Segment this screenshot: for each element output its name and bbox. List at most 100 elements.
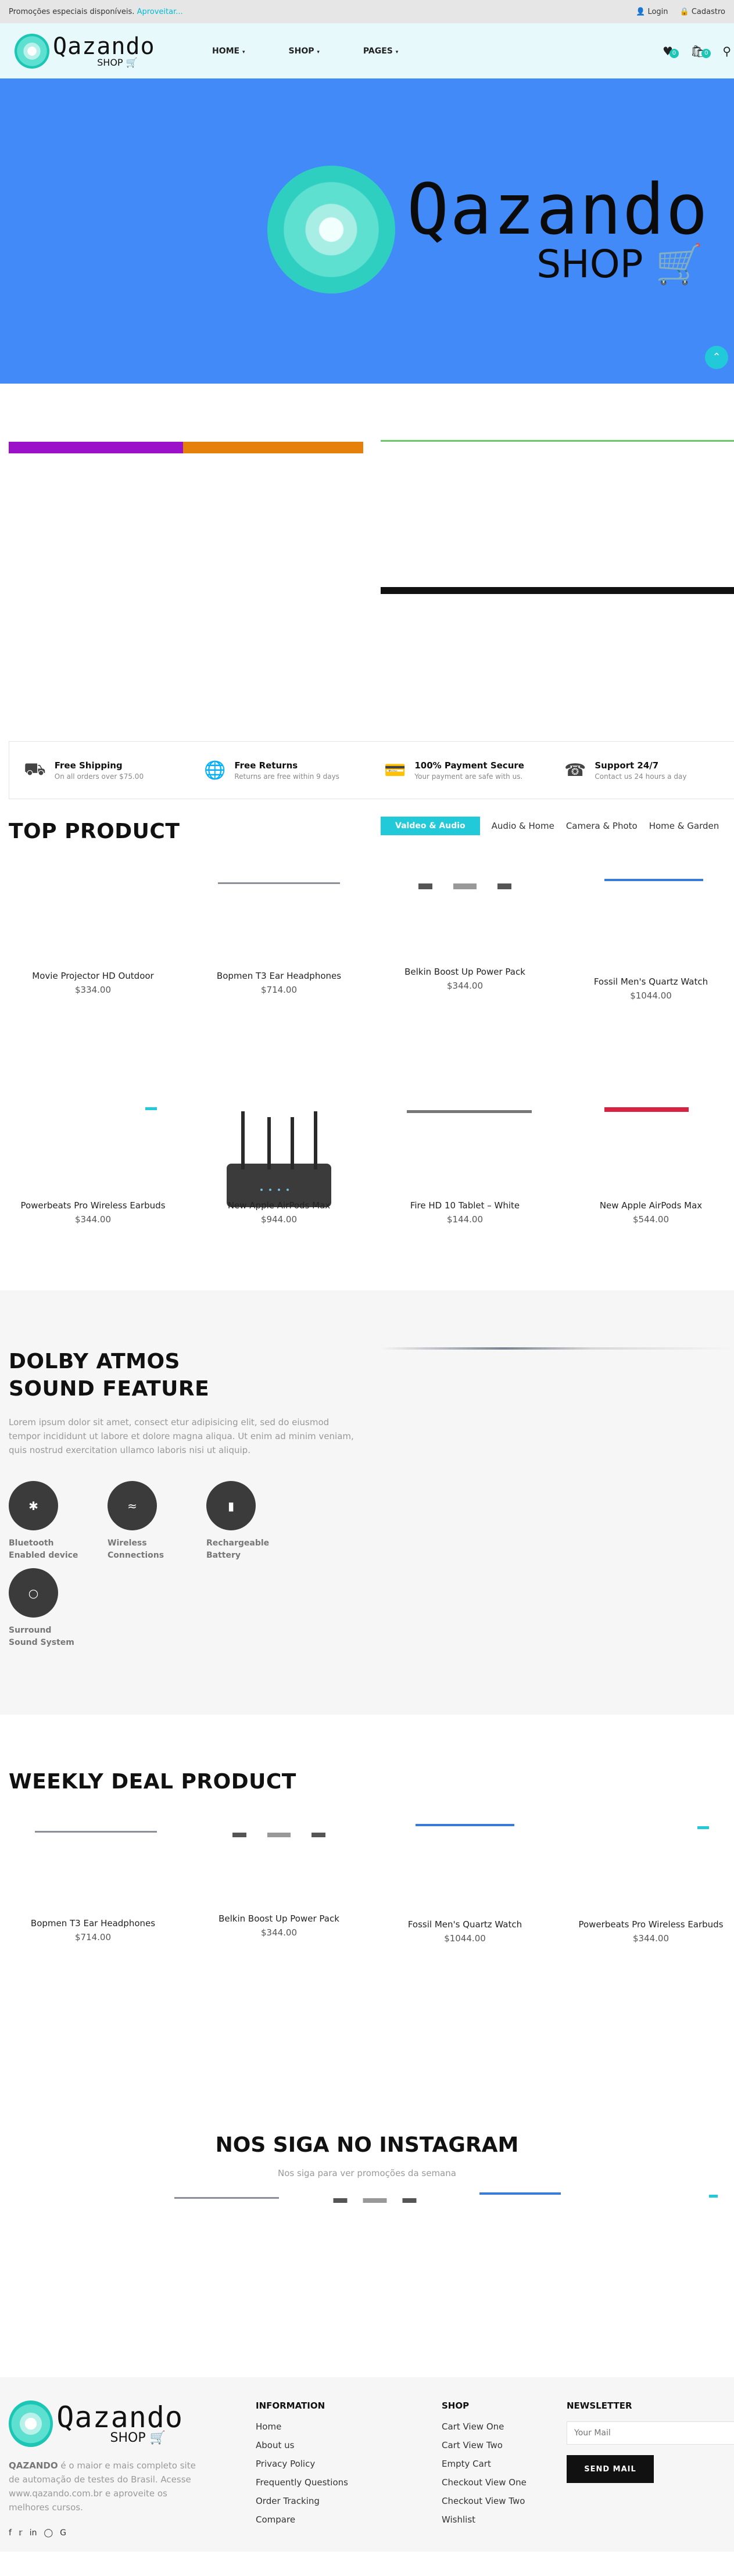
instagram-section: NOS SIGA NO INSTAGRAM Nos siga para ver …	[0, 2121, 734, 2377]
footer-about: QAZANDO é o maior e mais completo site d…	[9, 2460, 196, 2513]
instagram-post[interactable]	[325, 2198, 424, 2203]
facebook-icon[interactable]: f	[9, 2528, 12, 2538]
dolby-product-image	[381, 1347, 734, 1350]
footer-link[interactable]: Empty Cart	[442, 2459, 527, 2469]
promo-banners: ⛟ Free Shipping On all orders over $75.00…	[0, 384, 734, 799]
product-card[interactable]: Belkin Boost Up Power Pack $344.00	[192, 1913, 366, 1938]
scroll-top-button[interactable]: ⌃	[705, 346, 728, 369]
product-card[interactable]: Fossil Men's Quartz Watch $1044.00	[564, 976, 734, 1001]
logo-shop: SHOP 🛒	[110, 2431, 166, 2445]
footer-link[interactable]: Wishlist	[442, 2514, 527, 2525]
instagram-post[interactable]	[174, 2197, 279, 2199]
product-image[interactable]	[416, 1824, 514, 1826]
tab-camera-photo[interactable]: Camera & Photo	[566, 821, 638, 831]
login-link[interactable]: 👤 Login	[636, 8, 668, 16]
product-name[interactable]: Fossil Men's Quartz Watch	[564, 976, 734, 987]
hero-banner[interactable]: Qazando SHOP 🛒 ⌃	[0, 78, 734, 384]
product-card[interactable]: Movie Projector HD Outdoor $334.00	[6, 971, 180, 995]
cart-logo-icon: 🛒	[149, 2431, 166, 2445]
footer-logo[interactable]: Qazando SHOP 🛒	[9, 2400, 183, 2447]
user-icon: 👤	[636, 7, 646, 16]
product-name[interactable]: Powerbeats Pro Wireless Earbuds	[564, 1919, 734, 1930]
product-name[interactable]: Bopmen T3 Ear Headphones	[6, 1918, 180, 1929]
product-image[interactable]	[407, 883, 523, 889]
product-image[interactable]	[407, 1110, 532, 1113]
linkedin-icon[interactable]: in	[30, 2528, 37, 2538]
instagram-post[interactable]	[709, 2195, 718, 2198]
footer-link[interactable]: Frequently Questions	[256, 2477, 348, 2488]
product-image[interactable]	[221, 1833, 337, 1837]
instagram-icon[interactable]: ◯	[44, 2528, 53, 2538]
promo-banner-right[interactable]	[381, 440, 734, 442]
product-image[interactable]	[35, 1831, 157, 1833]
product-card[interactable]: Bopmen T3 Ear Headphones $714.00	[6, 1918, 180, 1942]
footer-link[interactable]: Compare	[256, 2514, 348, 2525]
tab-audio-home[interactable]: Audio & Home	[492, 821, 554, 831]
wishlist-button[interactable]: ♥0	[663, 44, 679, 58]
product-card[interactable]: New Apple AirPods Max $544.00	[564, 1200, 734, 1225]
footer-link[interactable]: Checkout View Two	[442, 2496, 527, 2506]
product-name[interactable]: New Apple AirPods Max	[192, 1200, 366, 1211]
product-name[interactable]: Fossil Men's Quartz Watch	[378, 1919, 552, 1930]
promo-banner-right-image[interactable]	[381, 587, 734, 594]
product-name[interactable]: Movie Projector HD Outdoor	[6, 971, 180, 981]
hero-logo: Qazando SHOP 🛒	[267, 166, 709, 294]
footer-link[interactable]: Privacy Policy	[256, 2459, 348, 2469]
footer-shop: SHOP Cart View One Cart View Two Empty C…	[442, 2400, 527, 2533]
product-name[interactable]: Belkin Boost Up Power Pack	[378, 967, 552, 977]
send-mail-button[interactable]: SEND MAIL	[567, 2455, 654, 2483]
instagram-post[interactable]	[479, 2192, 561, 2195]
product-card[interactable]: Fossil Men's Quartz Watch $1044.00	[378, 1919, 552, 1944]
search-icon[interactable]: ⚲	[722, 44, 731, 58]
nav-home[interactable]: HOME ▾	[212, 46, 245, 56]
footer-link[interactable]: Cart View One	[442, 2421, 527, 2432]
cart-button[interactable]: 🛍0	[690, 44, 711, 58]
product-price: $944.00	[260, 1214, 298, 1225]
product-card[interactable]: New Apple AirPods Max $944.00	[192, 1200, 366, 1225]
product-name[interactable]: Powerbeats Pro Wireless Earbuds	[6, 1200, 180, 1211]
chevron-up-icon: ⌃	[712, 351, 721, 363]
product-image[interactable]	[145, 1107, 157, 1110]
twitter-icon[interactable]: 𝕣	[19, 2528, 23, 2538]
tab-video-audio[interactable]: Valdeo & Audio	[381, 817, 480, 835]
newsletter-email-input[interactable]	[567, 2421, 734, 2445]
tab-home-garden[interactable]: Home & Garden	[649, 821, 719, 831]
cart-logo-icon: 🛒	[655, 242, 703, 287]
product-image[interactable]	[604, 1107, 689, 1112]
section-subtitle: Nos siga para ver promoções da semana	[278, 2168, 456, 2178]
register-link[interactable]: 🔒 Cadastro	[680, 8, 725, 16]
product-card[interactable]: Powerbeats Pro Wireless Earbuds $344.00	[6, 1200, 180, 1225]
promo-banner-left[interactable]	[9, 442, 363, 453]
logo[interactable]: Qazando SHOP 🛒	[15, 33, 189, 69]
google-icon[interactable]: G	[60, 2528, 66, 2538]
product-name[interactable]: Fire HD 10 Tablet – White	[378, 1200, 552, 1211]
logo-word: Qazando	[53, 33, 155, 60]
section-title: TOP PRODUCT	[9, 820, 180, 843]
nav-shop[interactable]: SHOP ▾	[289, 46, 320, 56]
social-links: f 𝕣 in ◯ G	[9, 2528, 66, 2538]
product-image[interactable]	[218, 882, 340, 884]
battery-icon: ▮	[206, 1481, 256, 1530]
product-card[interactable]: Belkin Boost Up Power Pack $344.00	[378, 967, 552, 991]
product-name[interactable]: Belkin Boost Up Power Pack	[192, 1913, 366, 1924]
product-card[interactable]: Bopmen T3 Ear Headphones $714.00	[192, 971, 366, 995]
footer-link[interactable]: About us	[256, 2440, 348, 2450]
product-name[interactable]: New Apple AirPods Max	[564, 1200, 734, 1211]
product-card[interactable]: Fire HD 10 Tablet – White $144.00	[378, 1200, 552, 1225]
footer-link[interactable]: Cart View Two	[442, 2440, 527, 2450]
footer-link[interactable]: Order Tracking	[256, 2496, 348, 2506]
product-name[interactable]: Bopmen T3 Ear Headphones	[192, 971, 366, 981]
product-card[interactable]: Powerbeats Pro Wireless Earbuds $344.00	[564, 1919, 734, 1944]
cart-logo-icon: 🛒	[126, 56, 138, 68]
product-image[interactable]	[215, 1108, 343, 1213]
promo-link[interactable]: Aproveitar...	[137, 8, 183, 16]
footer-link[interactable]: Home	[256, 2421, 348, 2432]
nav-pages[interactable]: PAGES ▾	[363, 46, 398, 56]
footer-link[interactable]: Checkout View One	[442, 2477, 527, 2488]
wifi-icon: ≈	[108, 1481, 157, 1530]
promo: Promoções especiais disponíveis. Aprovei…	[9, 8, 183, 16]
section-title: DOLBY ATMOS SOUND FEATURE	[9, 1350, 210, 1401]
product-image[interactable]	[604, 879, 703, 881]
logo-mark-icon	[15, 33, 49, 69]
product-image[interactable]	[697, 1826, 709, 1829]
